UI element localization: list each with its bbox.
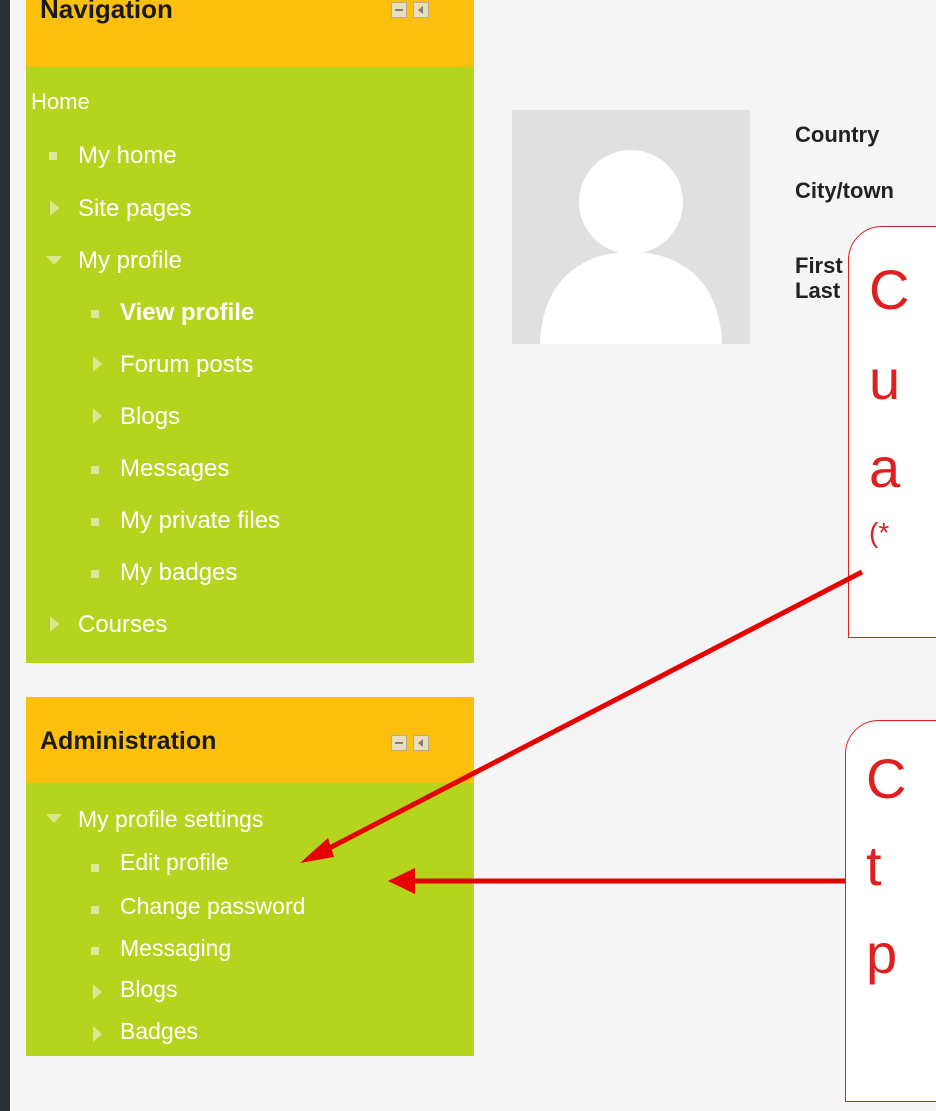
administration-block-title: Administration (40, 727, 217, 755)
nav-item-home[interactable]: Home (31, 89, 90, 115)
collapse-arrow-icon (46, 256, 62, 266)
profile-field-city-town: City/town (795, 178, 894, 203)
default-user-icon (540, 150, 722, 344)
square-bullet-icon (90, 517, 100, 527)
callout-text-line: t (866, 834, 882, 897)
square-bullet-icon (90, 863, 100, 873)
nav-item-site-pages[interactable]: Site pages (78, 195, 191, 223)
square-bullet-icon (90, 569, 100, 579)
navigation-block-title: Navigation (40, 0, 173, 24)
page-content: Navigation Home My home Site pages My pr… (10, 0, 936, 1111)
profile-field-last-name: Last (795, 278, 841, 303)
square-bullet-icon (90, 905, 100, 915)
callout-text-line: C (869, 258, 910, 321)
nav-item-view-profile[interactable]: View profile (120, 299, 254, 327)
expand-arrow-icon (93, 356, 103, 372)
annotation-callout-change-password: C t p (845, 720, 936, 1102)
nav-item-forum-posts[interactable]: Forum posts (120, 351, 253, 379)
square-bullet-icon (90, 946, 100, 956)
administration-block-header: Administration (26, 697, 474, 783)
minimize-block-icon[interactable] (391, 2, 407, 18)
nav-item-my-home[interactable]: My home (78, 142, 177, 170)
admin-item-my-profile-settings[interactable]: My profile settings (78, 806, 263, 833)
expand-arrow-icon (93, 408, 103, 424)
collapse-arrow-icon (46, 814, 62, 824)
avatar (512, 110, 750, 344)
nav-item-courses[interactable]: Courses (78, 611, 167, 639)
expand-arrow-icon (93, 984, 103, 1000)
square-bullet-icon (90, 465, 100, 475)
expand-arrow-icon (50, 616, 60, 632)
expand-arrow-icon (93, 1026, 103, 1042)
minimize-block-icon[interactable] (391, 735, 407, 751)
admin-item-edit-profile[interactable]: Edit profile (120, 849, 229, 876)
callout-text-line: p (866, 922, 898, 985)
callout-text-line: C (866, 747, 907, 810)
navigation-block: Navigation Home My home Site pages My pr… (26, 0, 474, 663)
administration-block: Administration My profile settings Edit … (26, 697, 474, 1056)
square-bullet-icon (48, 151, 58, 161)
callout-text-line: u (869, 348, 901, 411)
nav-item-messages[interactable]: Messages (120, 455, 229, 483)
nav-item-my-profile[interactable]: My profile (78, 247, 182, 275)
navigation-block-header: Navigation (26, 0, 474, 67)
admin-item-messaging[interactable]: Messaging (120, 935, 231, 962)
admin-item-blogs[interactable]: Blogs (120, 976, 178, 1003)
dock-block-icon[interactable] (413, 735, 429, 751)
square-bullet-icon (90, 309, 100, 319)
dock-block-icon[interactable] (413, 2, 429, 18)
admin-item-badges[interactable]: Badges (120, 1018, 198, 1045)
expand-arrow-icon (50, 200, 60, 216)
nav-item-my-private-files[interactable]: My private files (120, 507, 280, 535)
annotation-callout-edit-profile: C u a (* (848, 226, 936, 638)
profile-field-first-name: First (795, 253, 843, 278)
profile-field-country: Country (795, 122, 880, 147)
nav-item-my-badges[interactable]: My badges (120, 559, 237, 587)
nav-item-blogs[interactable]: Blogs (120, 403, 180, 431)
callout-note: (* (869, 517, 890, 548)
admin-item-change-password[interactable]: Change password (120, 893, 305, 920)
callout-text-line: a (869, 436, 901, 499)
